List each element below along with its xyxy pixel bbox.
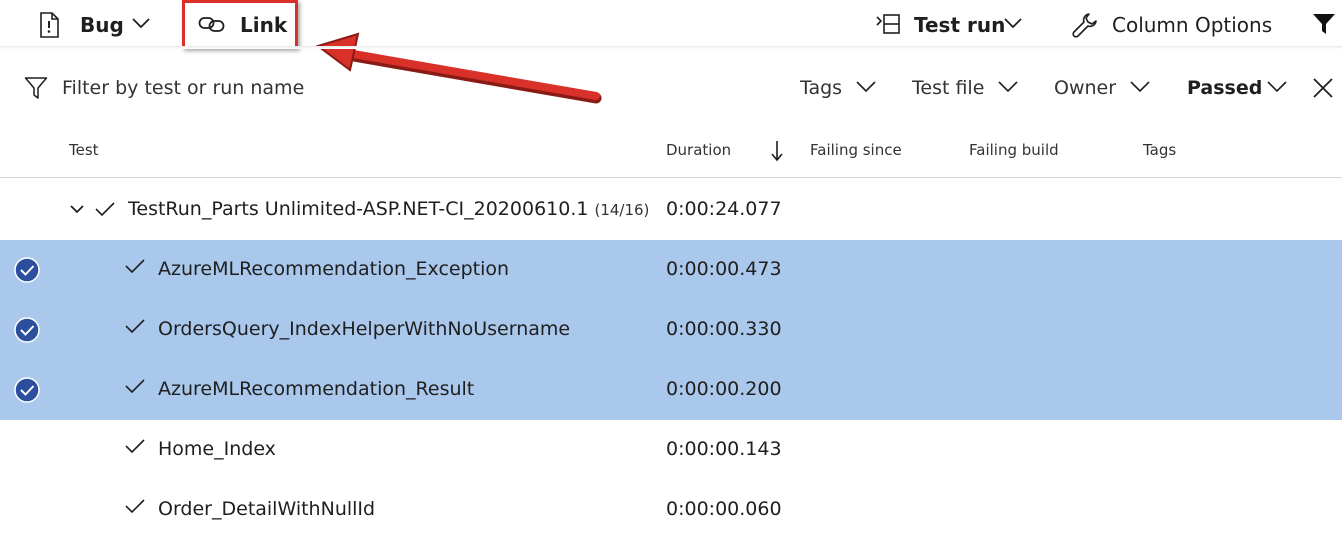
table-row[interactable]: AzureMLRecommendation_Exception 0:00:00.… [0,240,1342,300]
filter-funnel-outline-icon [24,76,48,100]
column-header-tags[interactable]: Tags [1143,141,1176,159]
test-run-button[interactable]: Test run [876,10,1026,40]
search-filter[interactable]: Filter by test or run name [24,74,344,104]
wrench-icon [1072,12,1098,38]
checkmark-icon [125,498,147,520]
bug-button[interactable]: Bug [38,10,158,40]
test-name: Order_DetailWithNullId [158,498,376,520]
sort-down-arrow-icon[interactable] [770,140,784,162]
test-duration: 0:00:00.143 [666,438,782,460]
checkmark-icon [125,258,147,280]
checkmark-icon [125,438,147,460]
outcome-filter-label: Passed [1187,77,1263,99]
close-icon[interactable] [1312,77,1334,99]
outcome-filter-dropdown[interactable]: Passed [1187,76,1291,104]
search-input[interactable]: Filter by test or run name [62,77,304,99]
tags-filter-dropdown[interactable]: Tags [800,76,880,104]
test-duration: 0:00:00.060 [666,498,782,520]
test-run-count: (14/16) [594,201,650,219]
test-name: AzureMLRecommendation_Result [158,378,475,400]
chevron-down-icon [998,81,1018,93]
toolbar-divider [0,46,1342,49]
test-run-name: TestRun_Parts Unlimited-ASP.NET-CI_20200… [128,198,649,220]
table-row[interactable]: AzureMLRecommendation_Result 0:00:00.200 [0,360,1342,420]
owner-filter-dropdown[interactable]: Owner [1054,76,1154,104]
column-header-failing-since[interactable]: Failing since [810,141,902,159]
selected-check-circle-icon[interactable] [14,257,40,283]
table-row[interactable]: Home_Index 0:00:00.143 [0,420,1342,480]
column-header-failing-build[interactable]: Failing build [969,141,1059,159]
chevron-down-icon [132,18,150,30]
chevron-down-icon [1130,81,1150,93]
chevron-down-icon[interactable] [70,205,84,215]
owner-filter-label: Owner [1054,77,1117,99]
bug-button-label: Bug [80,13,124,37]
table-row[interactable]: OrdersQuery_IndexHelperWithNoUsername 0:… [0,300,1342,360]
checkmark-icon [95,201,115,217]
test-duration: 0:00:00.473 [666,258,782,280]
test-duration: 0:00:00.330 [666,318,782,340]
checkmark-icon [125,378,147,400]
test-duration: 0:00:00.200 [666,378,782,400]
bug-report-icon [38,12,60,38]
chevron-down-icon [856,81,876,93]
chevron-down-icon [1267,81,1287,93]
link-highlight-box [182,0,298,49]
header-divider [0,177,1342,178]
selected-check-circle-icon[interactable] [14,317,40,343]
column-options-button[interactable]: Column Options [1072,10,1272,40]
table-row[interactable]: Order_DetailWithNullId 0:00:00.060 [0,480,1342,537]
test-run-group-row[interactable]: TestRun_Parts Unlimited-ASP.NET-CI_20200… [0,180,1342,240]
tags-filter-label: Tags [800,77,843,99]
test-name: OrdersQuery_IndexHelperWithNoUsername [158,318,571,340]
test-name: AzureMLRecommendation_Exception [158,258,510,280]
column-header-duration[interactable]: Duration [666,141,731,159]
annotation-arrow [315,32,602,104]
test-run-name-text: TestRun_Parts Unlimited-ASP.NET-CI_20200… [128,198,589,220]
column-options-label: Column Options [1112,13,1273,37]
group-by-icon [876,14,900,34]
test-file-filter-label: Test file [912,77,985,99]
filter-funnel-filled-icon[interactable] [1312,12,1336,36]
test-name: Home_Index [158,438,276,460]
chevron-down-icon [1004,18,1022,30]
test-run-duration: 0:00:24.077 [666,198,782,220]
test-run-button-label: Test run [914,13,1006,37]
selected-check-circle-icon[interactable] [14,377,40,403]
checkmark-icon [125,318,147,340]
column-header-test[interactable]: Test [69,141,99,159]
test-file-filter-dropdown[interactable]: Test file [912,76,1022,104]
